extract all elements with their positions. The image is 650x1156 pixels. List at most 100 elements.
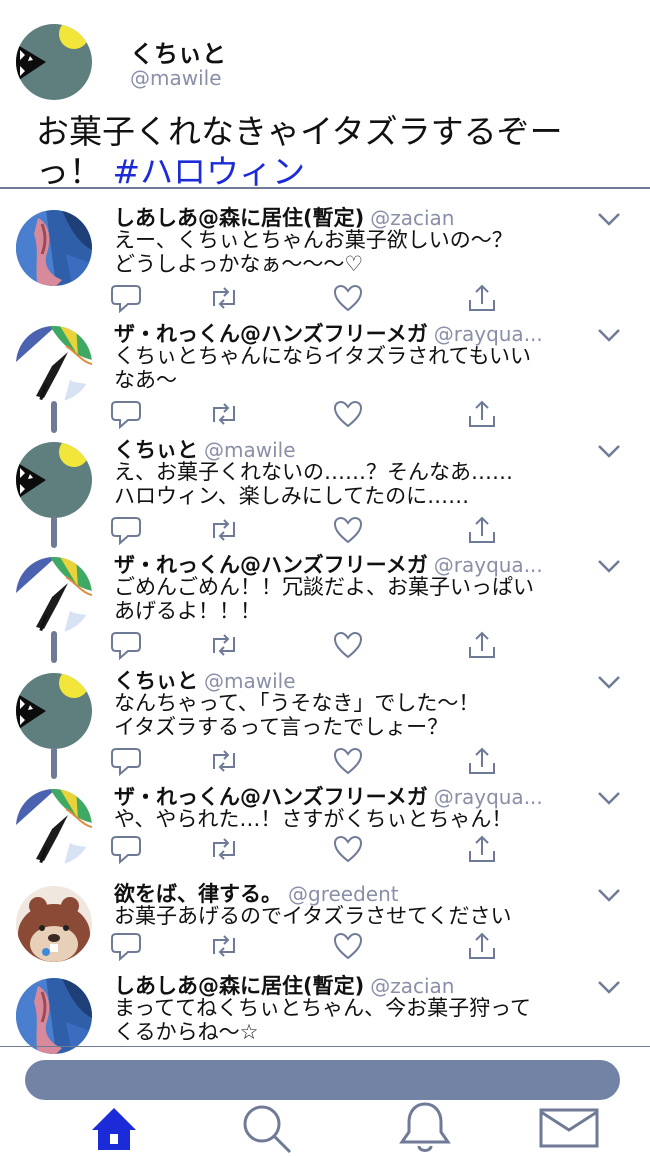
reply-author-handle[interactable]: @mawile: [204, 669, 296, 693]
main-tweet-text: お菓子くれなきゃイタズラするぞーっ！ #ハロウィン: [36, 112, 626, 192]
reply-text-line: なあ～: [114, 368, 177, 392]
like-heart-icon[interactable]: [332, 282, 364, 314]
reply-feed: しあしあ@森に居住(暫定) @zacian えー、くちぃとちゃんお菓子欲しいの～？…: [0, 196, 650, 1046]
like-heart-icon[interactable]: [332, 833, 364, 865]
chevron-down-icon[interactable]: [596, 974, 622, 1000]
reply-author-handle[interactable]: @mawile: [204, 438, 296, 462]
reply-author-handle[interactable]: @zacian: [370, 974, 454, 998]
reply-text: ごめんごめん！！冗談だよ、お菓子いっぱい あげるよ！！！: [114, 575, 614, 623]
divider: [0, 187, 650, 189]
rayquaza-avatar[interactable]: [16, 557, 92, 633]
retweet-icon[interactable]: [208, 398, 240, 430]
like-heart-icon[interactable]: [332, 930, 364, 962]
zacian-avatar[interactable]: [16, 978, 92, 1054]
chevron-down-icon[interactable]: [596, 882, 622, 908]
home-icon[interactable]: [86, 1100, 142, 1156]
reply-text-line: ハロウィン、楽しみにしてたのに……: [114, 484, 470, 508]
author-handle[interactable]: @mawile: [130, 66, 222, 90]
reply-author-handle[interactable]: @greedent: [288, 882, 399, 906]
tweet-actions: [110, 282, 510, 314]
tweet-actions: [110, 629, 510, 661]
mawile-avatar[interactable]: [16, 673, 92, 749]
profile-header: くちぃと @mawile お菓子くれなきゃイタズラするぞーっ！ #ハロウィン: [0, 0, 650, 192]
reply-author-name[interactable]: ザ・れっくん@ハンズフリーメガ: [114, 785, 428, 809]
retweet-icon[interactable]: [208, 833, 240, 865]
reply-icon[interactable]: [110, 833, 142, 865]
mawile-avatar[interactable]: [16, 24, 92, 100]
share-icon[interactable]: [466, 514, 498, 546]
reply-author-name[interactable]: しあしあ@森に居住(暫定): [114, 206, 364, 230]
reply-text: まっててねくちぃとちゃん、今お菓子狩って くるからね～☆: [114, 996, 614, 1044]
mawile-avatar[interactable]: [16, 442, 92, 518]
reply-tweet[interactable]: ザ・れっくん@ハンズフリーメガ @rayqua... ごめんごめん！！冗談だよ、お…: [0, 543, 650, 658]
notifications-bell-icon[interactable]: [397, 1100, 453, 1156]
reply-text-line: くちぃとちゃんにならイタズラされてもいい: [114, 344, 532, 368]
reply-author-name[interactable]: くちぃと: [114, 669, 198, 693]
reply-icon[interactable]: [110, 514, 142, 546]
retweet-icon[interactable]: [208, 282, 240, 314]
reply-text: えー、くちぃとちゃんお菓子欲しいの～？ どうしよっかなぁ～～～♡: [114, 228, 614, 276]
reply-icon[interactable]: [110, 398, 142, 430]
like-heart-icon[interactable]: [332, 398, 364, 430]
author-name[interactable]: くちぃと: [130, 34, 226, 69]
chevron-down-icon[interactable]: [596, 438, 622, 464]
search-icon[interactable]: [238, 1100, 294, 1156]
reply-tweet[interactable]: くちぃと @mawile え、お菓子くれないの……？そんなあ…… ハロウィン、楽し…: [0, 428, 650, 543]
reply-icon[interactable]: [110, 745, 142, 777]
reply-text-line: や、やられた…！さすがくちぃとちゃん！: [114, 807, 513, 831]
reply-text-line: なんちゃって、「うそなき」でした～！: [114, 691, 480, 715]
share-icon[interactable]: [466, 398, 498, 430]
chevron-down-icon[interactable]: [596, 669, 622, 695]
tweet-actions: [110, 833, 510, 865]
reply-text: や、やられた…！さすがくちぃとちゃん！: [114, 807, 614, 831]
reply-author-handle[interactable]: @rayqua...: [434, 785, 543, 809]
share-icon[interactable]: [466, 629, 498, 661]
reply-text-line: どうしよっかなぁ～～～♡: [114, 252, 364, 276]
hashtag-link[interactable]: #ハロウィン: [113, 152, 306, 191]
reply-tweet[interactable]: しあしあ@森に居住(暫定) @zacian えー、くちぃとちゃんお菓子欲しいの～？…: [0, 196, 650, 311]
share-icon[interactable]: [466, 930, 498, 962]
reply-author-handle[interactable]: @rayqua...: [434, 322, 543, 346]
reply-icon[interactable]: [110, 282, 142, 314]
reply-author-name[interactable]: ザ・れっくん@ハンズフリーメガ: [114, 322, 428, 346]
like-heart-icon[interactable]: [332, 514, 364, 546]
like-heart-icon[interactable]: [332, 745, 364, 777]
reply-author-name[interactable]: しあしあ@森に居住(暫定): [114, 974, 364, 998]
messages-envelope-icon[interactable]: [538, 1100, 600, 1156]
tweet-actions: [110, 930, 510, 962]
reply-author-handle[interactable]: @zacian: [370, 206, 454, 230]
reply-text-line: お菓子あげるのでイタズラさせてください: [114, 904, 512, 928]
reply-tweet[interactable]: ザ・れっくん@ハンズフリーメガ @rayqua... くちぃとちゃんにならイタズラ…: [0, 312, 650, 427]
reply-author-name[interactable]: くちぃと: [114, 438, 198, 462]
reply-author-name[interactable]: ザ・れっくん@ハンズフリーメガ: [114, 553, 428, 577]
compose-bar[interactable]: [25, 1060, 620, 1100]
rayquaza-avatar[interactable]: [16, 789, 92, 865]
reply-text: くちぃとちゃんにならイタズラされてもいい なあ～: [114, 344, 614, 392]
reply-author-name[interactable]: 欲をば、律する。: [114, 882, 282, 906]
divider: [0, 1046, 650, 1047]
rayquaza-avatar[interactable]: [16, 326, 92, 402]
tweet-actions: [110, 745, 510, 777]
chevron-down-icon[interactable]: [596, 206, 622, 232]
retweet-icon[interactable]: [208, 930, 240, 962]
retweet-icon[interactable]: [208, 745, 240, 777]
reply-icon[interactable]: [110, 629, 142, 661]
share-icon[interactable]: [466, 282, 498, 314]
greedent-avatar[interactable]: [16, 886, 92, 962]
retweet-icon[interactable]: [208, 629, 240, 661]
reply-author-handle[interactable]: @rayqua...: [434, 553, 543, 577]
reply-tweet[interactable]: くちぃと @mawile なんちゃって、「うそなき」でした～！ イタズラするって言…: [0, 659, 650, 774]
bottom-nav: [0, 1100, 650, 1156]
reply-icon[interactable]: [110, 930, 142, 962]
share-icon[interactable]: [466, 745, 498, 777]
reply-text-line: えー、くちぃとちゃんお菓子欲しいの～？: [114, 228, 513, 252]
reply-text: え、お菓子くれないの……？そんなあ…… ハロウィン、楽しみにしてたのに……: [114, 460, 614, 508]
like-heart-icon[interactable]: [332, 629, 364, 661]
retweet-icon[interactable]: [208, 514, 240, 546]
zacian-avatar[interactable]: [16, 210, 92, 286]
chevron-down-icon[interactable]: [596, 785, 622, 811]
reply-text-line: まっててねくちぃとちゃん、今お菓子狩って: [114, 996, 532, 1020]
chevron-down-icon[interactable]: [596, 322, 622, 348]
share-icon[interactable]: [466, 833, 498, 865]
chevron-down-icon[interactable]: [596, 553, 622, 579]
